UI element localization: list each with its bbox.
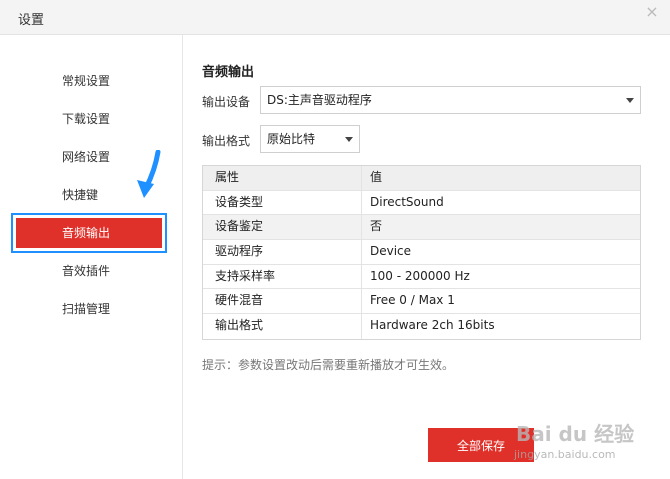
property-cell: 设备类型 [215,194,264,209]
output-format-value: 原始比特 [267,132,316,146]
output-format-select[interactable]: 原始比特 [260,125,360,153]
value-cell: Device [370,244,412,259]
property-cell: 硬件混音 [215,293,264,308]
property-cell: 驱动程序 [215,244,264,259]
section-title: 音频输出 [202,65,255,80]
value-cell: Free 0 / Max 1 [370,293,455,308]
property-cell: 支持采样率 [215,268,276,283]
table-row[interactable]: 输出格式 Hardware 2ch 16bits [203,314,640,339]
device-properties-table: 属性 值 设备类型 DirectSound 设备鉴定 否 驱动程序 Device… [202,165,641,340]
sidebar-item-general[interactable]: 常规设置 [16,66,162,96]
value-cell: 100 - 200000 Hz [370,268,470,283]
property-cell: 设备鉴定 [215,219,264,234]
output-device-value: DS:主声音驱动程序 [267,93,372,107]
sidebar-item-audio-output[interactable]: 音频输出 [11,213,167,253]
sidebar-item-download[interactable]: 下载设置 [16,104,162,134]
table-row[interactable]: 硬件混音 Free 0 / Max 1 [203,289,640,315]
settings-sidebar: 常规设置 下载设置 网络设置 快捷键 音频输出 音效插件 扫描管理 [0,35,183,479]
table-row[interactable]: 支持采样率 100 - 200000 Hz [203,264,640,290]
output-format-label: 输出格式 [202,134,251,148]
column-header-value: 值 [370,170,383,184]
chevron-down-icon [345,137,353,142]
window-title: 设置 [18,13,45,28]
watermark-url: jingyan.baidu.com [514,448,616,461]
title-bar: 设置 × [0,0,670,35]
sidebar-item-effects-plugins[interactable]: 音效插件 [16,256,162,286]
table-row[interactable]: 设备类型 DirectSound [203,190,640,216]
baidu-watermark: Bai du 经验 jingyan.baidu.com [510,404,660,464]
table-header-row: 属性 值 [203,166,640,191]
output-device-select[interactable]: DS:主声音驱动程序 [260,86,641,114]
close-icon[interactable]: × [640,0,664,24]
column-header-property: 属性 [215,170,240,184]
table-row[interactable]: 驱动程序 Device [203,240,640,265]
watermark-brand: Bai du 经验 [516,422,635,446]
table-row[interactable]: 设备鉴定 否 [203,215,640,241]
chevron-down-icon [626,98,634,103]
value-cell: Hardware 2ch 16bits [370,318,495,333]
arrow-annotation-icon [137,150,161,198]
value-cell: 否 [370,219,383,234]
sidebar-item-scan-management[interactable]: 扫描管理 [16,294,162,324]
value-cell: DirectSound [370,194,444,209]
property-cell: 输出格式 [215,318,264,333]
output-device-label: 输出设备 [202,95,251,109]
hint-text: 提示：参数设置改动后需要重新播放才可生效。 [202,358,455,372]
